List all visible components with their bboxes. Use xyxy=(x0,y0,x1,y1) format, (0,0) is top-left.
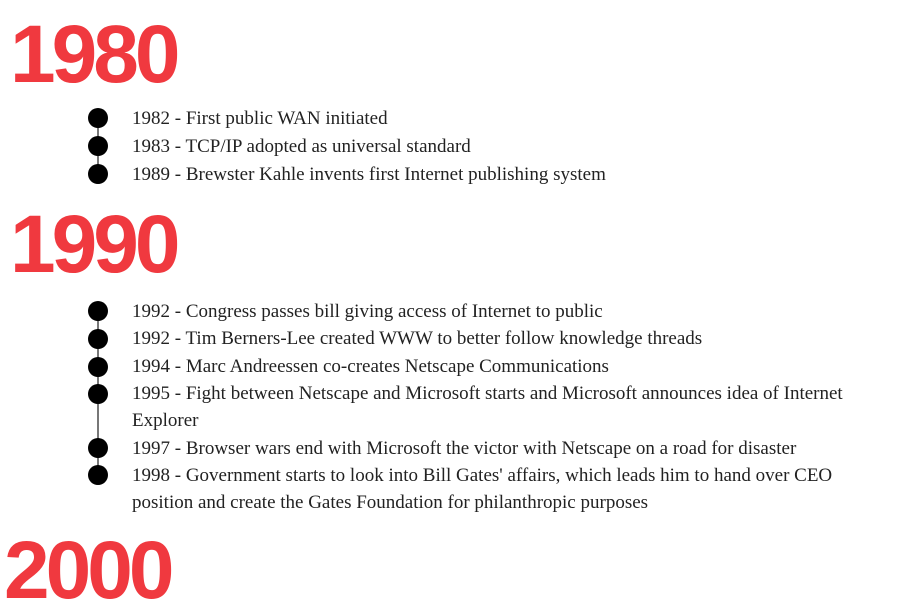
decade-heading-2000: 2000 xyxy=(4,525,174,616)
timeline-dot xyxy=(88,301,108,321)
timeline-dot xyxy=(88,136,108,156)
timeline-dot xyxy=(88,357,108,377)
decade-heading-1990: 1990 xyxy=(10,199,180,290)
timeline-dot xyxy=(88,108,108,128)
timeline-event: 1995 - Fight between Netscape and Micros… xyxy=(132,383,843,431)
decade-heading-1980: 1980 xyxy=(10,9,180,100)
timeline-dot xyxy=(88,465,108,485)
timeline-dot xyxy=(88,438,108,458)
timeline-event: 1982 - First public WAN initiated xyxy=(132,108,388,129)
timeline-event: 1983 - TCP/IP adopted as universal stand… xyxy=(132,136,471,157)
timeline-event: 1997 - Browser wars end with Microsoft t… xyxy=(132,438,797,459)
timeline-event: 1992 - Congress passes bill giving acces… xyxy=(132,301,603,322)
timeline-event: 1994 - Marc Andreessen co-creates Netsca… xyxy=(132,356,609,377)
timeline-event: 1989 - Brewster Kahle invents first Inte… xyxy=(132,164,606,185)
timeline-event: 1992 - Tim Berners-Lee created WWW to be… xyxy=(132,328,703,349)
timeline-dot xyxy=(88,329,108,349)
timeline-dot xyxy=(88,164,108,184)
timeline-event: 1998 - Government starts to look into Bi… xyxy=(132,465,833,513)
timeline-dot xyxy=(88,384,108,404)
